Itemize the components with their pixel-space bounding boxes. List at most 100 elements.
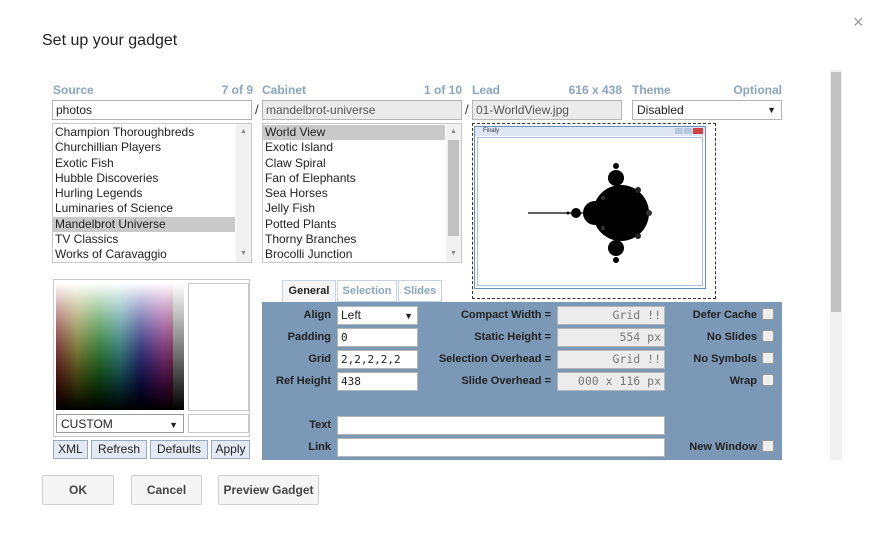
cabinet-list-scrollbar[interactable]: ▲ ▼	[446, 124, 461, 262]
source-count: 7 of 9	[221, 83, 253, 97]
source-list-item[interactable]: Hubble Discoveries	[53, 171, 235, 186]
cabinet-list-item[interactable]: Potted Plants	[263, 217, 445, 232]
cabinet-list-item[interactable]: Claw Spiral	[263, 156, 445, 171]
text-label: Text	[309, 419, 331, 431]
chevron-down-icon: ▼	[404, 311, 413, 321]
chevron-down-icon: ▼	[767, 105, 776, 115]
xml-button[interactable]: XML	[53, 440, 88, 459]
defaults-button[interactable]: Defaults	[150, 440, 208, 459]
preview-window-titlebar: Finaly	[475, 127, 705, 136]
tab-general[interactable]: General	[282, 280, 336, 303]
source-list-item[interactable]: Exotic Fish	[53, 156, 235, 171]
dialog-title: Set up your gadget	[42, 32, 178, 49]
no-slides-checkbox[interactable]	[762, 330, 774, 342]
cabinet-list-item[interactable]: Brocolli Junction	[263, 247, 445, 262]
slide-overhead-label: Slide Overhead =	[461, 375, 551, 387]
new-window-label: New Window	[689, 441, 757, 453]
refresh-button[interactable]: Refresh	[91, 440, 147, 459]
selection-overhead-value: Grid !!	[557, 350, 665, 369]
defer-cache-checkbox[interactable]	[762, 308, 774, 320]
theme-label: Theme	[632, 83, 671, 97]
color-gradient-area[interactable]	[56, 283, 184, 410]
cabinet-list-item[interactable]: Exotic Island	[263, 140, 445, 155]
color-preset-value: CUSTOM	[61, 417, 113, 431]
static-height-value: 554 px	[557, 328, 665, 347]
scroll-thumb[interactable]	[448, 140, 459, 236]
source-list-item[interactable]: TV Classics	[53, 232, 235, 247]
color-hex-input[interactable]	[188, 414, 249, 433]
general-panel: Align Left ▼ Padding 0 Grid 2,2,2,2,2 Re…	[262, 302, 782, 460]
text-input[interactable]	[337, 416, 665, 435]
defer-cache-label: Defer Cache	[692, 309, 757, 321]
cabinet-label: Cabinet	[262, 83, 307, 97]
tab-selection[interactable]: Selection	[337, 280, 397, 302]
new-window-checkbox[interactable]	[762, 440, 774, 452]
link-label: Link	[308, 441, 331, 453]
scroll-up-icon[interactable]: ▲	[236, 125, 251, 139]
preview-gadget-button[interactable]: Preview Gadget	[218, 475, 319, 505]
selection-overhead-label: Selection Overhead =	[438, 353, 551, 365]
apply-button[interactable]: Apply	[211, 440, 250, 459]
preview-window-caption: Finaly	[483, 128, 500, 134]
chevron-down-icon: ▼	[169, 420, 178, 430]
source-input[interactable]: photos	[52, 100, 252, 120]
no-symbols-checkbox[interactable]	[762, 352, 774, 364]
ref-height-input[interactable]: 438	[337, 372, 418, 391]
compact-width-value: Grid !!	[557, 306, 665, 325]
scroll-up-icon[interactable]: ▲	[446, 125, 461, 139]
tab-slides[interactable]: Slides	[398, 280, 442, 302]
cabinet-list-item[interactable]: Sea Horses	[263, 186, 445, 201]
align-select-value: Left	[341, 308, 362, 322]
lead-preview-image: Finaly	[474, 126, 706, 289]
maximize-icon	[684, 128, 692, 134]
wrap-label: Wrap	[729, 375, 757, 387]
compact-width-label: Compact Width =	[460, 309, 551, 321]
dialog-scrollbar[interactable]	[830, 70, 842, 460]
padding-input[interactable]: 0	[337, 328, 418, 347]
source-list-scrollbar[interactable]: ▲ ▼	[236, 124, 251, 262]
cabinet-list[interactable]: World View Exotic Island Claw Spiral Fan of…	[262, 123, 462, 263]
cabinet-list-item[interactable]: World View	[263, 125, 445, 141]
source-list-item[interactable]: Luminaries of Science	[53, 201, 235, 216]
cabinet-list-item[interactable]: Thorny Branches	[263, 232, 445, 247]
cabinet-input[interactable]: mandelbrot-universe	[262, 100, 462, 120]
cabinet-list-item[interactable]: Fan of Elephants	[263, 171, 445, 186]
color-preset-select[interactable]: CUSTOM ▼	[56, 414, 184, 433]
source-label: Source	[53, 83, 94, 97]
ok-button[interactable]: OK	[42, 475, 114, 505]
color-preview-well	[188, 283, 249, 411]
grid-input[interactable]: 2,2,2,2,2	[337, 350, 418, 369]
lead-dimensions: 616 x 438	[568, 83, 622, 97]
theme-select[interactable]: Disabled ▼	[632, 100, 782, 120]
source-list-item[interactable]: Mandelbrot Universe	[53, 216, 235, 233]
wrap-checkbox[interactable]	[762, 374, 774, 386]
minimize-icon	[675, 128, 683, 134]
cabinet-count: 1 of 10	[423, 83, 462, 97]
theme-select-value: Disabled	[637, 103, 684, 117]
scroll-down-icon[interactable]: ▼	[446, 247, 461, 261]
lead-input[interactable]: 01-WorldView.jpg	[472, 100, 622, 120]
scroll-thumb[interactable]	[831, 72, 841, 312]
source-list-item[interactable]: Churchillian Players	[53, 140, 235, 155]
source-list-item[interactable]: Champion Thoroughbreds	[53, 125, 235, 140]
lead-label: Lead	[472, 83, 501, 97]
source-list[interactable]: Champion Thoroughbreds Churchillian Playe…	[52, 123, 252, 263]
align-select[interactable]: Left ▼	[337, 306, 418, 325]
brightness-strip[interactable]	[173, 283, 184, 410]
padding-label: Padding	[287, 331, 331, 343]
close-icon[interactable]: ×	[853, 12, 864, 32]
slide-overhead-value: 000 x 116 px	[557, 372, 665, 391]
no-slides-label: No Slides	[706, 331, 757, 343]
grid-label: Grid	[308, 353, 331, 365]
static-height-label: Static Height =	[474, 331, 551, 343]
scroll-down-icon[interactable]: ▼	[236, 247, 251, 261]
source-list-item[interactable]: Hurling Legends	[53, 186, 235, 201]
close-icon	[693, 128, 703, 134]
source-list-item[interactable]: Works of Caravaggio	[53, 247, 235, 262]
path-separator: /	[465, 102, 469, 117]
cabinet-list-item[interactable]: Jelly Fish	[263, 201, 445, 216]
ref-height-label: Ref Height	[276, 375, 331, 387]
cancel-button[interactable]: Cancel	[131, 475, 202, 505]
link-input[interactable]	[337, 438, 665, 457]
theme-optional: Optional	[733, 83, 782, 97]
